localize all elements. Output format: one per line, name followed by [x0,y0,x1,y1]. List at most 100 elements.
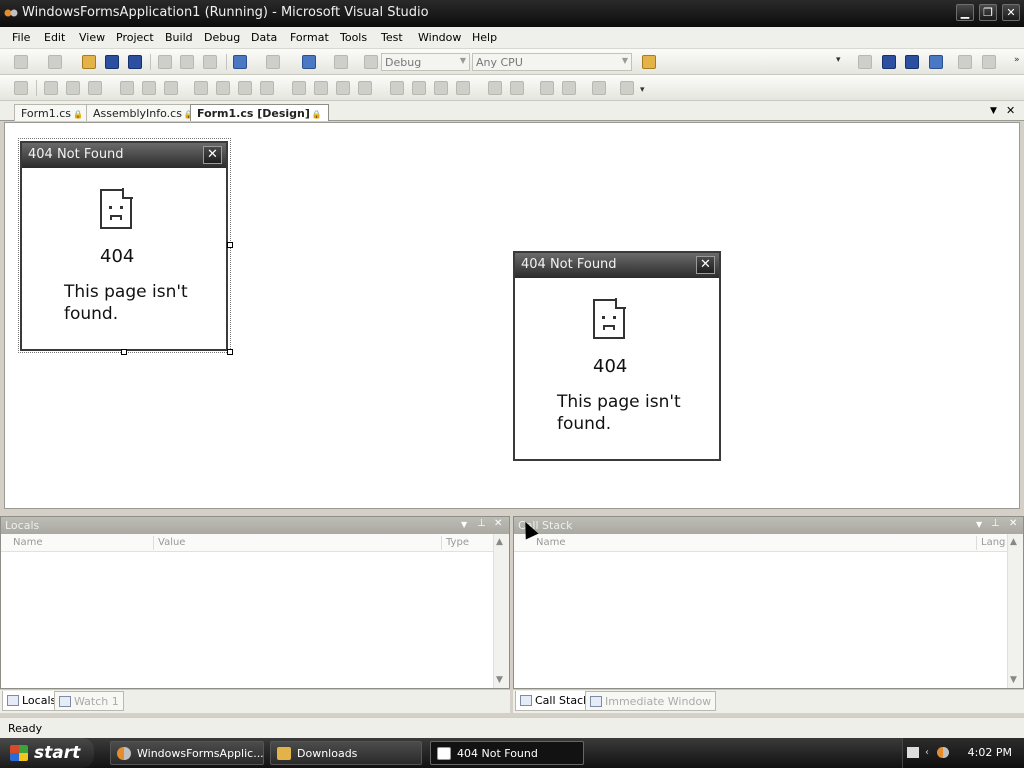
column-type[interactable]: Type [446,537,469,548]
restart-icon[interactable] [929,55,943,69]
start-button[interactable]: start [0,738,94,768]
resize-handle-bottom[interactable] [121,349,127,355]
find-in-files-icon[interactable] [642,55,656,69]
tab-order-icon[interactable] [592,81,606,95]
align-centers-icon[interactable] [66,81,80,95]
center-horizontally-icon[interactable] [488,81,502,95]
break-all-icon[interactable] [882,55,896,69]
tab-assemblyinfo-cs[interactable]: AssemblyInfo.cs 🔒 [86,104,201,121]
locals-scrollbar[interactable]: ▲ ▼ [493,534,509,688]
taskbar-item-404-not-found[interactable]: 404 Not Found [430,741,584,765]
toolbar-overflow-2-icon[interactable]: » [1014,55,1024,67]
auto-hide-pin-icon[interactable]: ⊥ [477,518,486,529]
step-into-icon[interactable] [982,55,996,69]
designer-form[interactable]: 404 Not Found ✕ 404 This page isn't foun… [20,141,228,351]
continue-icon[interactable] [858,55,872,69]
tab-watch-1[interactable]: Watch 1 [54,691,124,711]
make-same-height-icon[interactable] [216,81,230,95]
auto-hide-pin-icon[interactable]: ⊥ [991,518,1000,529]
column-language[interactable]: Lang [981,537,1005,548]
navigate-backward-icon[interactable] [302,55,316,69]
callstack-scrollbar[interactable]: ▲ ▼ [1007,534,1023,688]
column-value[interactable]: Value [158,537,185,548]
stop-debugging-icon[interactable] [905,55,919,69]
start-debugging-icon[interactable] [364,55,378,69]
menu-help[interactable]: Help [472,31,497,44]
designer-form-close-button[interactable]: ✕ [203,146,222,164]
paste-icon[interactable] [203,55,217,69]
align-lefts-icon[interactable] [44,81,58,95]
scroll-up-icon[interactable]: ▲ [496,537,503,547]
size-to-grid-icon[interactable] [260,81,274,95]
decrease-horizontal-spacing-icon[interactable] [336,81,350,95]
toolbar-overflow-icon[interactable]: ▾ [836,55,846,67]
tray-expand-icon[interactable]: ‹ [925,747,937,758]
clock[interactable]: 4:02 PM [968,746,1012,759]
taskbar-item-downloads[interactable]: Downloads [270,741,422,765]
copy-icon[interactable] [180,55,194,69]
active-files-dropdown-icon[interactable]: ▼ [990,106,997,116]
horizontal-spacing-equal-icon[interactable] [292,81,306,95]
close-window-button[interactable]: ✕ [1002,4,1020,21]
bring-to-front-icon[interactable] [540,81,554,95]
taskbar-item-visual-studio[interactable]: WindowsFormsApplic... [110,741,264,765]
align-middles-icon[interactable] [142,81,156,95]
menu-file[interactable]: File [12,31,30,44]
close-document-icon[interactable]: ✕ [1006,104,1015,117]
close-pane-icon[interactable]: ✕ [1009,518,1017,529]
menu-test[interactable]: Test [381,31,403,44]
menu-tools[interactable]: Tools [340,31,367,44]
save-icon[interactable] [105,55,119,69]
column-name[interactable]: Name [536,537,566,548]
layout-toolbar-overflow-icon[interactable]: ▾ [640,85,650,97]
save-all-icon[interactable] [128,55,142,69]
window-position-icon[interactable]: ▼ [976,520,982,529]
menu-project[interactable]: Project [116,31,154,44]
vertical-spacing-equal-icon[interactable] [390,81,404,95]
tab-locals[interactable]: Locals [2,691,62,711]
keyboard-icon[interactable] [907,747,919,758]
center-vertically-icon[interactable] [510,81,524,95]
align-to-grid-icon[interactable] [14,81,28,95]
tab-call-stack[interactable]: Call Stack [515,691,595,711]
align-tops-icon[interactable] [120,81,134,95]
align-rights-icon[interactable] [88,81,102,95]
minimize-button[interactable]: ▁ [956,4,974,21]
solution-configuration-select[interactable]: Debug ▼ [381,53,470,71]
solution-platform-select[interactable]: Any CPU ▼ [472,53,632,71]
navigate-forward-icon[interactable] [334,55,348,69]
menu-view[interactable]: View [79,31,105,44]
remove-horizontal-spacing-icon[interactable] [358,81,372,95]
remove-vertical-spacing-icon[interactable] [456,81,470,95]
send-to-back-icon[interactable] [562,81,576,95]
menu-build[interactable]: Build [165,31,193,44]
menu-data[interactable]: Data [251,31,277,44]
add-item-icon[interactable] [48,55,62,69]
vs-tray-icon[interactable] [937,747,949,758]
lock-controls-icon[interactable] [620,81,634,95]
redo-icon[interactable] [266,55,280,69]
undo-icon[interactable] [233,55,247,69]
increase-horizontal-spacing-icon[interactable] [314,81,328,95]
increase-vertical-spacing-icon[interactable] [412,81,426,95]
make-same-width-icon[interactable] [194,81,208,95]
resize-handle-right[interactable] [227,242,233,248]
running-form-close-button[interactable]: ✕ [696,256,715,274]
restore-button[interactable]: ❐ [979,4,997,21]
tab-form1-design[interactable]: Form1.cs [Design] 🔒 [190,104,329,121]
new-project-icon[interactable] [14,55,28,69]
running-form-window[interactable]: 404 Not Found ✕ 404 This page isn't foun… [513,251,721,461]
column-name[interactable]: Name [13,537,43,548]
show-next-statement-icon[interactable] [958,55,972,69]
cut-icon[interactable] [158,55,172,69]
tab-immediate-window[interactable]: Immediate Window [585,691,717,711]
resize-handle-corner[interactable] [227,349,233,355]
open-folder-icon[interactable] [82,55,96,69]
menu-window[interactable]: Window [418,31,461,44]
tab-form1-cs[interactable]: Form1.cs 🔒 [14,104,90,121]
menu-format[interactable]: Format [290,31,329,44]
decrease-vertical-spacing-icon[interactable] [434,81,448,95]
menu-debug[interactable]: Debug [204,31,240,44]
scroll-down-icon[interactable]: ▼ [1010,675,1017,685]
close-pane-icon[interactable]: ✕ [494,518,502,529]
